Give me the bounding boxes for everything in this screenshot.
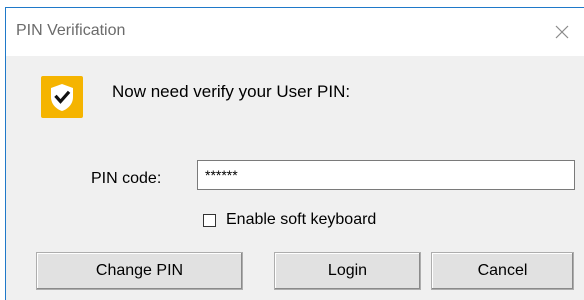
screen: ▔▔▔▔ ▔▔▔▔▔▔▔▔▔ PIN Verification Now need…	[0, 0, 584, 300]
cancel-button[interactable]: Cancel	[431, 252, 574, 290]
dialog-title: PIN Verification	[16, 22, 126, 39]
pin-code-input[interactable]	[197, 160, 575, 190]
change-pin-button[interactable]: Change PIN	[36, 252, 243, 290]
shield-check-icon	[41, 76, 83, 118]
close-icon	[555, 25, 569, 39]
enable-soft-keyboard-label: Enable soft keyboard	[226, 211, 377, 228]
checkbox-box[interactable]	[203, 213, 216, 227]
verify-prompt: Now need verify your User PIN:	[112, 82, 351, 101]
enable-soft-keyboard-checkbox[interactable]: Enable soft keyboard	[203, 209, 376, 231]
title-bar: PIN Verification	[6, 8, 584, 56]
pin-code-label: PIN code:	[91, 170, 162, 187]
login-button[interactable]: Login	[274, 252, 421, 290]
dialog-body: Now need verify your User PIN: PIN code:…	[6, 56, 584, 300]
pin-verification-dialog: PIN Verification Now need verify your Us…	[5, 7, 584, 300]
close-button[interactable]	[540, 8, 584, 56]
